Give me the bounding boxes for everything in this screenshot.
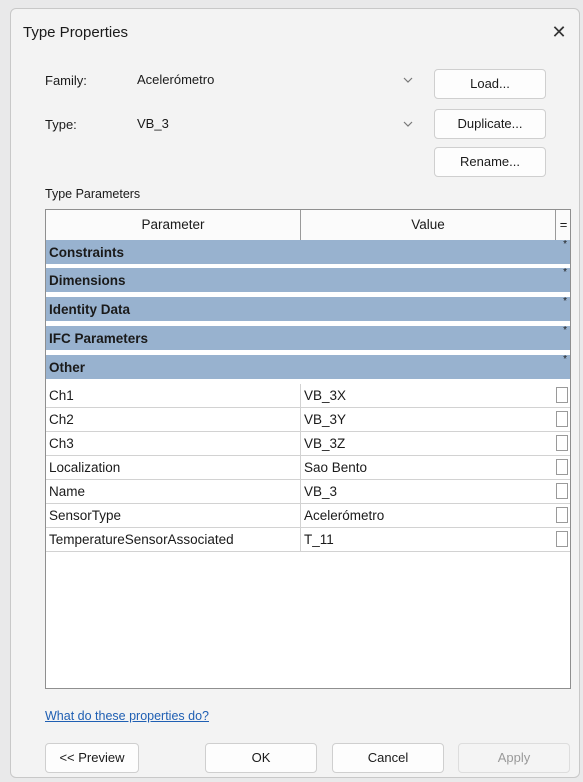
parameter-value[interactable]: VB_3 [304, 480, 554, 504]
family-label: Family: [45, 73, 87, 88]
parameter-column-header[interactable]: Parameter [46, 210, 301, 240]
group-dimensions[interactable]: Dimensions * [46, 267, 570, 294]
group-other[interactable]: Other * [46, 354, 570, 381]
preview-button[interactable]: << Preview [45, 743, 139, 773]
group-identity-data[interactable]: Identity Data * [46, 296, 570, 323]
parameter-name: Localization [49, 460, 121, 475]
column-divider [300, 480, 301, 504]
formula-cell[interactable] [556, 411, 568, 427]
group-ifc-parameters[interactable]: IFC Parameters * [46, 325, 570, 352]
collapse-marker-icon: * [563, 267, 567, 278]
group-label: IFC Parameters [49, 331, 149, 346]
help-link[interactable]: What do these properties do? [45, 709, 209, 723]
table-row: TemperatureSensorAssociated T_11 [46, 528, 570, 552]
table-row: Ch1 VB_3X [46, 384, 570, 408]
family-value: Acelerómetro [137, 72, 215, 87]
collapse-marker-icon: * [563, 354, 567, 365]
chevron-down-icon [403, 67, 413, 93]
formula-cell[interactable] [556, 483, 568, 499]
group-label: Other [49, 360, 86, 375]
value-column-header[interactable]: Value [301, 210, 556, 240]
group-constraints[interactable]: Constraints * [46, 239, 570, 266]
family-dropdown[interactable]: Acelerómetro [133, 67, 419, 93]
type-parameters-grid: Parameter Value = Constraints * Dimensio… [45, 209, 571, 689]
parameter-value[interactable]: VB_3X [304, 384, 554, 408]
load-button[interactable]: Load... [434, 69, 546, 99]
column-divider [300, 528, 301, 552]
parameter-value[interactable]: Sao Bento [304, 456, 554, 480]
table-row: Localization Sao Bento [46, 456, 570, 480]
formula-cell[interactable] [556, 459, 568, 475]
type-dropdown[interactable]: VB_3 [133, 111, 419, 137]
table-row: SensorType Acelerómetro [46, 504, 570, 528]
ok-button[interactable]: OK [205, 743, 317, 773]
parameter-name: SensorType [49, 508, 122, 523]
cancel-button[interactable]: Cancel [332, 743, 444, 773]
column-divider [300, 456, 301, 480]
formula-cell[interactable] [556, 435, 568, 451]
type-properties-dialog: Type Properties ✕ Family: Acelerómetro L… [10, 8, 580, 778]
column-divider [300, 432, 301, 456]
column-divider [300, 504, 301, 528]
type-label: Type: [45, 117, 77, 132]
collapse-marker-icon: * [563, 239, 567, 250]
close-icon[interactable]: ✕ [547, 20, 571, 44]
parameter-value[interactable]: Acelerómetro [304, 504, 554, 528]
column-divider [300, 408, 301, 432]
parameter-name: Ch3 [49, 436, 74, 451]
table-row: Name VB_3 [46, 480, 570, 504]
parameter-value[interactable]: VB_3Y [304, 408, 554, 432]
table-row: Ch2 VB_3Y [46, 408, 570, 432]
type-parameters-label: Type Parameters [45, 187, 141, 201]
formula-cell[interactable] [556, 507, 568, 523]
title-bar: Type Properties ✕ [11, 9, 579, 55]
parameter-name: Ch2 [49, 412, 74, 427]
parameter-name: Name [49, 484, 86, 499]
parameter-value[interactable]: T_11 [304, 528, 554, 552]
table-row: Ch3 VB_3Z [46, 432, 570, 456]
group-label: Dimensions [49, 273, 126, 288]
group-label: Identity Data [49, 302, 131, 317]
grid-header: Parameter Value = [46, 210, 570, 241]
collapse-marker-icon: * [563, 325, 567, 336]
parameter-name: Ch1 [49, 388, 74, 403]
formula-cell[interactable] [556, 531, 568, 547]
collapse-marker-icon: * [563, 296, 567, 307]
parameter-value[interactable]: VB_3Z [304, 432, 554, 456]
rename-button[interactable]: Rename... [434, 147, 546, 177]
duplicate-button[interactable]: Duplicate... [434, 109, 546, 139]
dialog-title: Type Properties [23, 24, 129, 41]
apply-button[interactable]: Apply [458, 743, 570, 773]
column-divider [300, 384, 301, 408]
group-label: Constraints [49, 245, 125, 260]
formula-cell[interactable] [556, 387, 568, 403]
type-value: VB_3 [137, 116, 169, 131]
parameter-name: TemperatureSensorAssociated [49, 532, 234, 547]
chevron-down-icon [403, 111, 413, 137]
